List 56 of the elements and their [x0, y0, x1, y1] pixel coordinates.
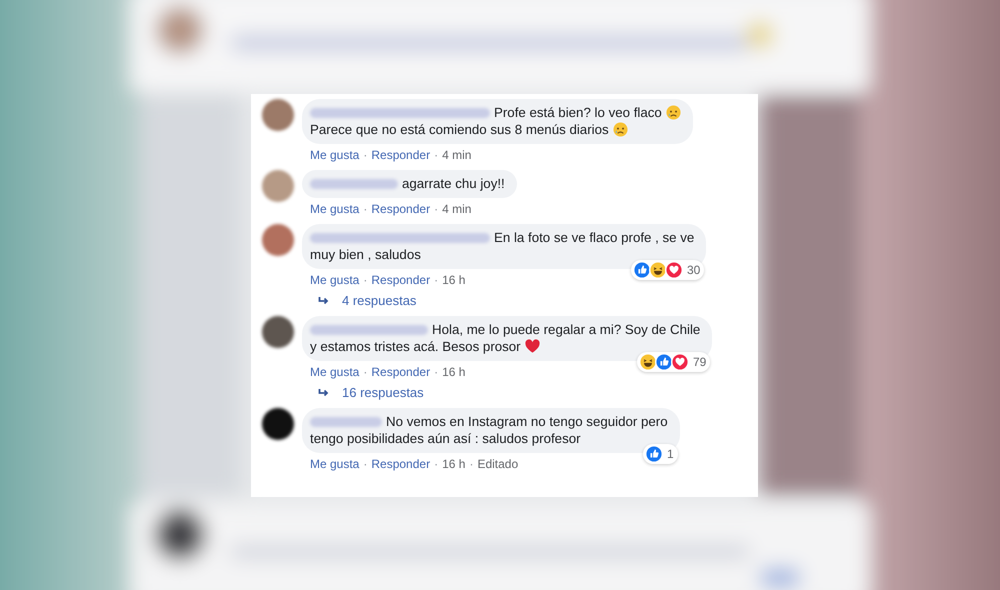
timestamp: 16 h [442, 273, 466, 288]
comment-text: No vemos en Instagram no tengo seguidor pero [386, 413, 668, 430]
avatar[interactable] [262, 408, 294, 440]
comment-text: Hola, me lo puede regalar a mi? Soy de Chile [432, 321, 700, 338]
action-link[interactable]: Me gusta [310, 202, 360, 217]
reaction-summary[interactable]: 1 [642, 444, 678, 464]
action-link[interactable]: Responder [371, 202, 430, 217]
reaction-summary[interactable]: 30 [630, 260, 704, 280]
crying-face-icon [666, 105, 681, 120]
comment-text: En la foto se ve flaco profe , se ve [494, 229, 694, 246]
separator-dot: · [434, 273, 438, 288]
laughing-face-icon [638, 353, 657, 371]
separator-dot: · [434, 365, 438, 380]
timestamp: 4 min [442, 148, 472, 163]
comment-text: Profe está bien? lo veo flaco [494, 104, 662, 121]
reply-arrow-icon [318, 388, 330, 398]
separator-dot: · [434, 457, 438, 472]
separator-dot: · [363, 148, 368, 163]
comment-text: y estamos tristes acá. Besos prosor [310, 338, 521, 355]
replies-link[interactable]: 4 respuestas [342, 293, 416, 308]
action-link[interactable]: Me gusta [310, 148, 360, 163]
action-link[interactable]: Me gusta [310, 457, 360, 472]
heart-icon [664, 261, 683, 279]
separator-dot: · [363, 202, 368, 217]
separator-dot: · [434, 202, 438, 217]
timestamp: 16 h [442, 457, 466, 472]
thumbs-up-icon [654, 353, 673, 371]
action-link[interactable]: Responder [371, 457, 430, 472]
separator-dot: · [363, 457, 368, 472]
comment-text: agarrate chu joy!! [402, 175, 505, 192]
separator-dot: · [469, 457, 474, 472]
action-link[interactable]: Responder [371, 365, 430, 380]
action-link[interactable]: Responder [371, 148, 430, 163]
timestamp: 16 h [442, 365, 466, 380]
crying-face-icon [612, 122, 628, 137]
comment-text: muy bien , saludos [310, 246, 421, 263]
action-link[interactable]: Me gusta [310, 273, 360, 288]
action-link[interactable]: Responder [371, 273, 430, 288]
replies-link[interactable]: 16 respuestas [342, 385, 424, 400]
separator-dot: · [434, 148, 438, 163]
laughing-face-icon [648, 261, 667, 279]
timestamp: 4 min [442, 202, 472, 217]
comment-text: tengo posibilidades aún así : saludos profesor [310, 430, 581, 447]
heart-icon [524, 339, 540, 354]
thumbs-up-icon [632, 261, 651, 279]
timestamp: Editado [477, 457, 518, 472]
heart-icon [670, 353, 689, 371]
blurred-name [310, 416, 382, 426]
avatar[interactable] [262, 316, 294, 348]
reaction-summary[interactable]: 79 [636, 352, 710, 372]
separator-dot: · [363, 365, 368, 380]
separator-dot: · [363, 273, 368, 288]
thumbs-up-icon [644, 445, 663, 463]
comment-text: Parece que no está comiendo sus 8 menús diarios [310, 121, 609, 138]
reply-arrow-icon [318, 296, 330, 306]
action-link[interactable]: Me gusta [310, 365, 360, 380]
